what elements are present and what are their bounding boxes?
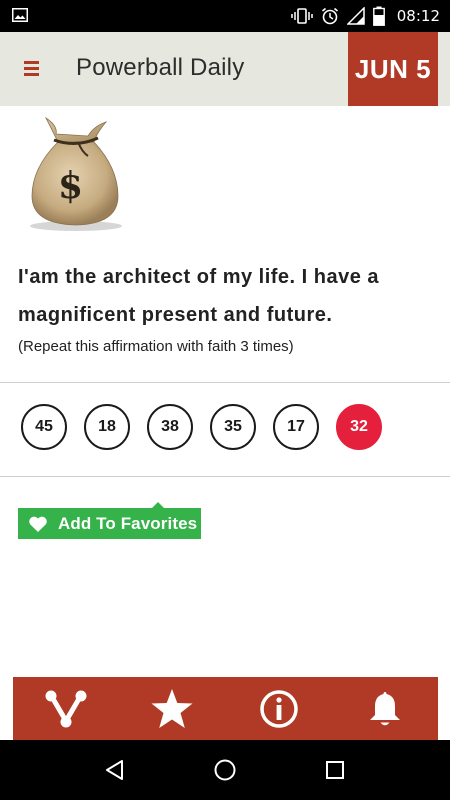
add-to-favorites-label: Add To Favorites (58, 513, 198, 533)
info-icon (259, 689, 298, 728)
back-icon (106, 760, 123, 780)
battery-icon (372, 6, 385, 26)
number-balls: 45 18 38 35 17 32 (21, 404, 382, 450)
system-nav-bar (0, 740, 450, 800)
status-bar: 08:12 (0, 0, 450, 32)
number-ball-3: 38 (147, 404, 193, 450)
recents-icon (326, 761, 344, 779)
status-time: 08:12 (396, 7, 440, 25)
back-button[interactable] (95, 750, 135, 790)
divider-top (0, 382, 450, 383)
share-button[interactable] (40, 683, 92, 735)
svg-text:$: $ (58, 165, 83, 207)
number-ball-1: 45 (21, 404, 67, 450)
bottom-action-bar (13, 677, 438, 740)
signal-icon (346, 7, 365, 25)
share-icon (45, 690, 87, 727)
favorites-button[interactable] (146, 683, 198, 735)
gallery-icon (12, 8, 28, 22)
heart-icon (29, 516, 47, 532)
vibrate-icon (291, 8, 313, 24)
menu-icon[interactable] (24, 61, 39, 76)
affirmation-text: I'am the architect of my life. I have a … (18, 266, 380, 326)
money-bag-image: $ (30, 116, 122, 231)
app-title: Powerball Daily (76, 54, 245, 81)
info-button[interactable] (253, 683, 305, 735)
number-ball-4: 35 (210, 404, 256, 450)
recents-button[interactable] (315, 750, 355, 790)
bell-icon (369, 691, 400, 725)
affirmation-hint: (Repeat this affirmation with faith 3 ti… (18, 338, 294, 355)
alarm-icon (321, 7, 338, 25)
notifications-button[interactable] (359, 683, 411, 735)
powerball-number: 32 (336, 404, 382, 450)
number-ball-5: 17 (273, 404, 319, 450)
add-to-favorites-button[interactable]: Add To Favorites (18, 502, 201, 539)
date-badge: JUN 5 (348, 32, 438, 106)
number-ball-2: 18 (84, 404, 130, 450)
home-button[interactable] (205, 750, 245, 790)
divider-bottom (0, 476, 450, 477)
home-icon (214, 759, 236, 781)
star-icon (151, 688, 193, 728)
